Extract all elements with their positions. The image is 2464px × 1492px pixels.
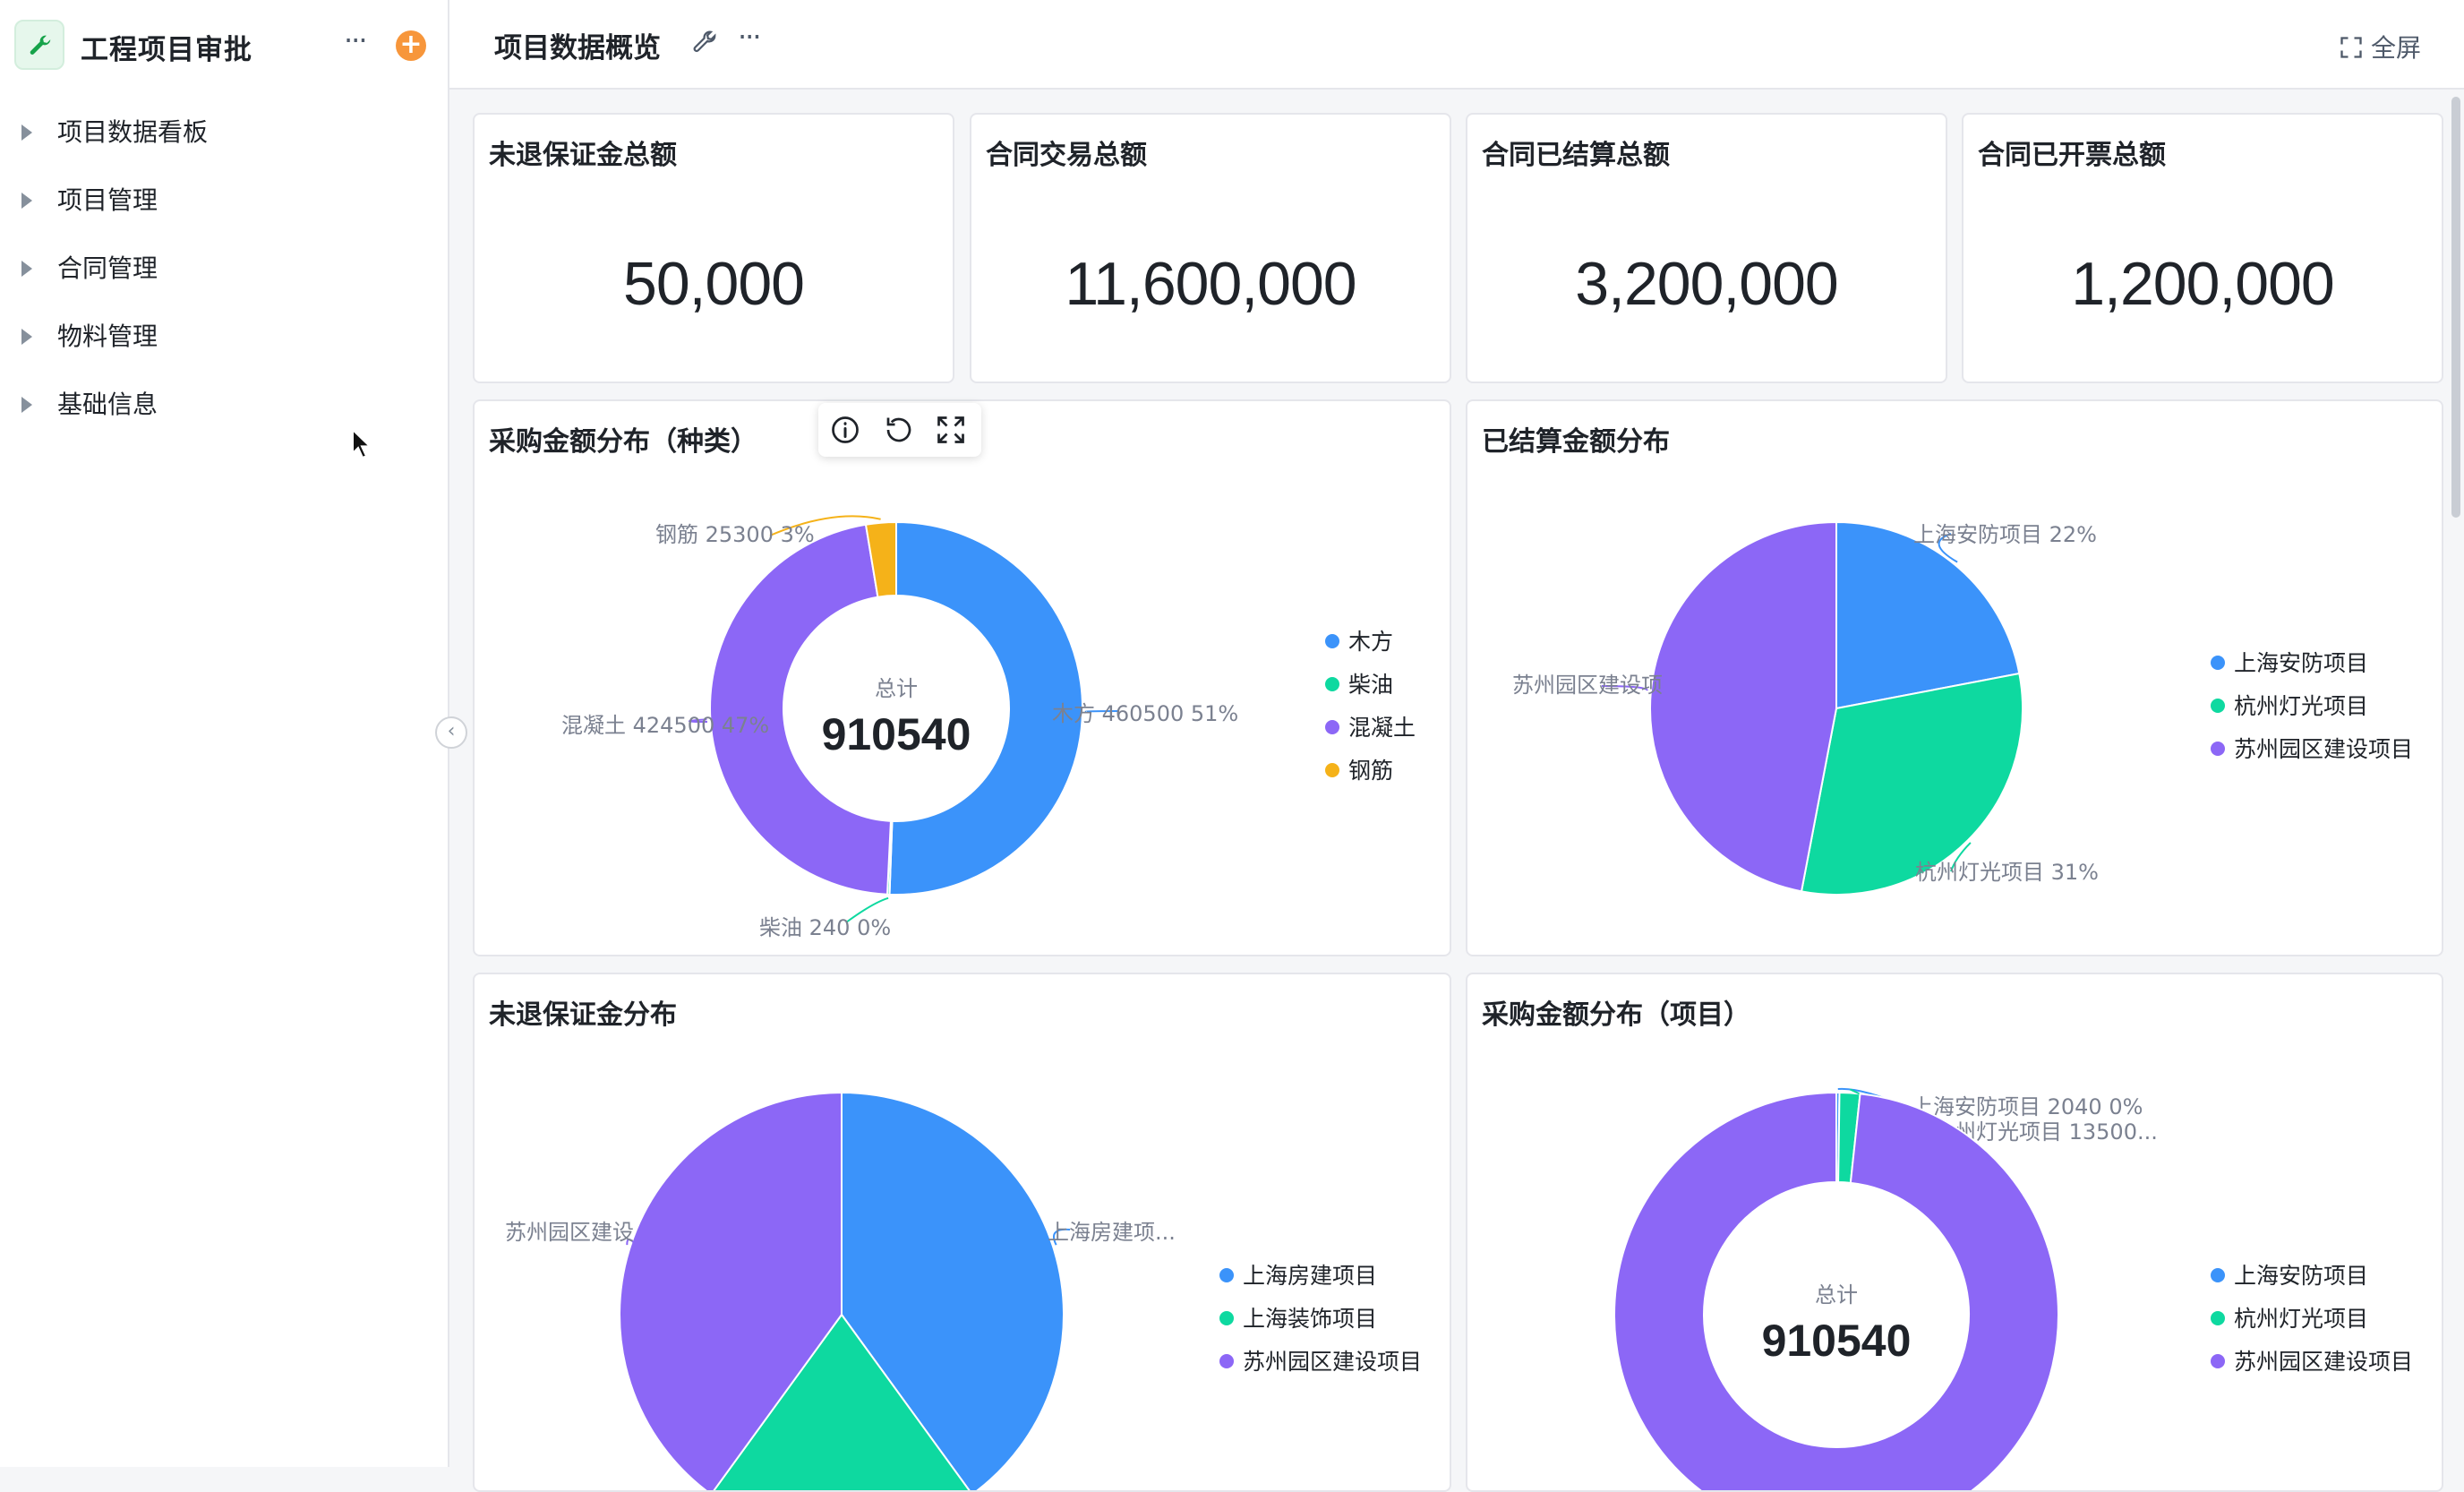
donut-center-value: 910540 [1762,1316,1912,1366]
add-button[interactable]: + [396,30,426,61]
stat-value: 11,600,000 [1065,250,1356,318]
stat-title: 合同已结算总额 [1482,140,1670,171]
legend-item[interactable]: 上海装饰项目 [1243,1306,1377,1332]
stat-card-invoiced-total: 合同已开票总额 1,200,000 [1962,113,2443,383]
sidebar-nav: 项目数据看板 项目管理 合同管理 物料管理 基础信息 [0,107,448,448]
sidebar-item-projects[interactable]: 项目管理 [0,176,448,244]
chart-card-settled-distribution: 已结算金额分布 上海安防项目 22% 杭州灯光项目 31% 苏州园区建设项 上海安防项… [1466,399,2443,956]
legend-item[interactable]: 木方 [1348,629,1393,655]
legend-item[interactable]: 钢筋 [1348,758,1393,784]
slice-label: 上海安防项目 2040 0% [1912,1094,2143,1119]
slice-label: 苏州园区建设 [505,1220,634,1245]
sidebar-item-label: 物料管理 [57,322,158,351]
legend-item[interactable]: 苏州园区建设项目 [1243,1349,1422,1375]
fullscreen-button[interactable]: 全屏 [2339,29,2421,64]
chart-canvas: 上海房建项... 苏州园区建设上海房建项目上海装饰项目苏州园区建设项目 [505,1091,1422,1490]
stat-value: 3,200,000 [1575,250,1839,318]
slice-label: 钢筋 25300 3% [655,522,815,547]
app-header: 工程项目审批 ··· + [14,18,435,73]
chart-canvas: 上海安防项目 2040 0%杭州灯光项目 13500...总计910540上海安… [1613,1087,2413,1490]
chart-canvas: 木方 460500 51% 柴油 240 0% 混凝土 424500 47% 钢筋 2… [561,515,1416,940]
slice-label: 柴油 240 0% [759,915,891,940]
mouse-cursor-icon [352,428,372,459]
caret-right-icon [21,124,32,141]
legend-item[interactable]: 混凝土 [1348,715,1416,741]
app-more-icon[interactable]: ··· [344,23,367,57]
legend-dot [2211,1354,2225,1368]
more-icon[interactable]: ··· [738,20,761,54]
sidebar-item-dashboard[interactable]: 项目数据看板 [0,107,448,176]
slice-label: 木方 460500 51% [1052,701,1238,726]
legend-dot [2211,699,2225,713]
caret-right-icon [21,261,32,277]
chart-card-deposit-distribution: 未退保证金分布 上海房建项... 苏州园区建设 上海房建项目 上海装饰项目 苏州园区建设… [473,973,1451,1492]
legend-item[interactable]: 上海安防项目 [2234,1263,2368,1289]
chart-card-purchase-by-project: 采购金额分布（项目） 上海安防项目 2040 0% 杭州灯光项目 13500...… [1466,973,2443,1492]
caret-right-icon [21,193,32,209]
expand-icon [2340,37,2362,58]
sidebar-item-label: 项目管理 [57,185,158,215]
legend-item[interactable]: 上海房建项目 [1243,1263,1377,1289]
top-bar: 项目数据概览 ··· 全屏 [449,0,2464,90]
wrench-icon [30,35,51,55]
chart-toolbar [818,403,981,457]
stat-value: 1,200,000 [2071,250,2335,318]
legend-dot [1325,634,1339,648]
legend-dot [1325,720,1339,734]
legend-dot [1219,1268,1234,1282]
fullscreen-label: 全屏 [2370,33,2421,63]
legend-dot [2211,742,2225,756]
stat-title: 未退保证金总额 [489,140,677,171]
chart-canvas: 上海安防项目 22% 杭州灯光项目 31% 苏州园区建设项 上海安防项目杭州灯光项目苏… [1512,520,2413,896]
stat-card-settled-total: 合同已结算总额 3,200,000 [1466,113,1947,383]
donut-center-value: 910540 [822,709,971,759]
stat-value: 50,000 [623,250,805,318]
sidebar-item-basic-info[interactable]: 基础信息 [0,380,448,448]
legend-dot [1219,1311,1234,1325]
stat-card-deposit: 未退保证金总额 50,000 [473,113,954,383]
sidebar-item-contracts[interactable]: 合同管理 [0,244,448,312]
caret-right-icon [21,329,32,345]
slice-label: 混凝土 424500 47% [561,713,769,738]
stat-title: 合同交易总额 [986,140,1147,171]
chart-card-purchase-by-type: 采购金额分布（种类） 木方 460500 51% 柴油 240 0% 混凝土 424… [473,399,1451,956]
legend-dot [2211,1311,2225,1325]
caret-right-icon [21,397,32,413]
legend-item[interactable]: 杭州灯光项目 [2234,693,2368,719]
slice-label: 上海安防项目 22% [1913,522,2097,547]
slice-label: 苏州园区建设项 [1512,673,1663,698]
sidebar-item-label: 合同管理 [57,253,158,283]
page-title: 项目数据概览 [494,32,661,64]
legend-item[interactable]: 苏州园区建设项目 [2234,736,2413,762]
donut-center-label: 总计 [875,676,918,701]
stat-card-contract-total: 合同交易总额 11,600,000 [970,113,1451,383]
legend-dot [2211,1268,2225,1282]
app-title: 工程项目审批 [81,34,252,66]
info-icon[interactable] [829,414,861,446]
app-logo[interactable] [14,20,64,70]
legend-item[interactable]: 柴油 [1348,672,1393,698]
legend-item[interactable]: 上海安防项目 [2234,650,2368,676]
page-scrollbar[interactable] [2451,97,2460,518]
sidebar: 工程项目审批 ··· + 项目数据看板 项目管理 合同管理 物料管理 基础信息 [0,0,449,1467]
sidebar-item-materials[interactable]: 物料管理 [0,312,448,380]
slice-label: 上海房建项... [1048,1220,1176,1245]
legend-dot [1219,1354,1234,1368]
wrench-icon[interactable] [691,29,718,56]
legend-dot [1325,677,1339,691]
pie-slice[interactable] [1649,520,1837,893]
slice-label: 杭州灯光项目 31% [1915,860,2099,885]
expand-icon[interactable] [935,414,967,446]
stat-title: 合同已开票总额 [1978,140,2166,171]
refresh-icon[interactable] [883,414,915,446]
donut-center-label: 总计 [1815,1282,1858,1308]
collapse-sidebar-button[interactable]: ‹ [435,716,467,749]
legend-dot [2211,656,2225,670]
sidebar-item-label: 项目数据看板 [57,117,209,147]
legend-item[interactable]: 苏州园区建设项目 [2234,1349,2413,1375]
legend-dot [1325,763,1339,777]
sidebar-item-label: 基础信息 [57,390,158,419]
legend-item[interactable]: 杭州灯光项目 [2234,1306,2368,1332]
